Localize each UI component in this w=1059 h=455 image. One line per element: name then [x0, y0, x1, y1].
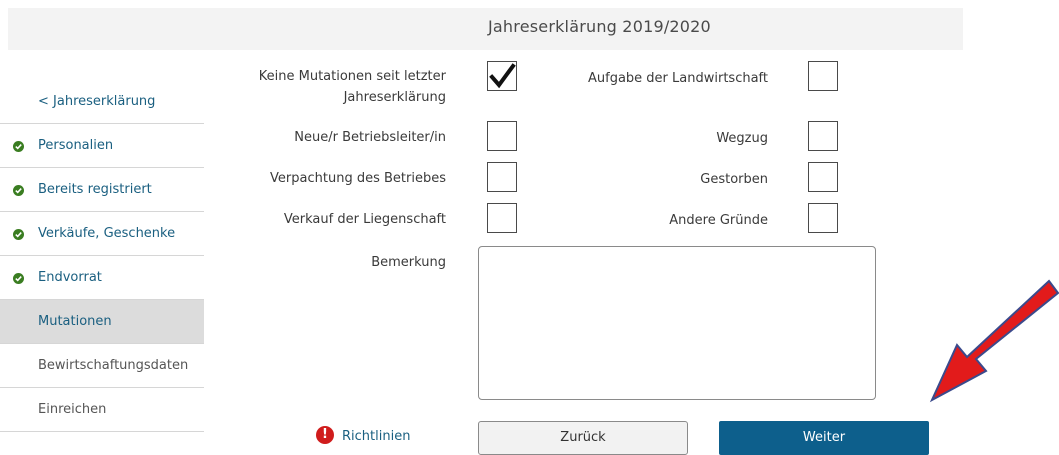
check-circle-icon	[13, 185, 24, 196]
label-neue-betriebsleiter: Neue/r Betriebsleiter/in	[294, 130, 446, 145]
sidebar-item-label: Bereits registriert	[38, 182, 152, 197]
checkbox-andere-gruende[interactable]	[808, 203, 838, 233]
sidebar-item-personalien[interactable]: Personalien	[0, 123, 204, 167]
label-line-1: Keine Mutationen seit letzter	[258, 69, 446, 84]
sidebar-item-label: Bewirtschaftungsdaten	[38, 358, 189, 373]
sidebar-item-mutationen[interactable]: Mutationen	[0, 299, 204, 343]
label-verpachtung: Verpachtung des Betriebes	[270, 171, 446, 186]
exclamation-circle-icon: !	[316, 426, 334, 444]
next-button[interactable]: Weiter	[719, 421, 929, 455]
checkbox-aufgabe-landwirtschaft[interactable]	[808, 61, 838, 91]
label-verkauf-liegenschaft: Verkauf der Liegenschaft	[283, 212, 446, 227]
label-keine-mutationen: Keine Mutationen seit letzter Jahreserkl…	[200, 66, 446, 108]
checkbox-wegzug[interactable]	[808, 121, 838, 151]
label-bemerkung: Bemerkung	[371, 255, 446, 270]
label-wegzug: Wegzug	[716, 131, 768, 146]
label-andere-gruende: Andere Gründe	[669, 213, 768, 228]
sidebar-item-label: Mutationen	[38, 314, 112, 329]
label-line-2: Jahreserklärung	[343, 90, 446, 105]
label-aufgabe-landwirtschaft: Aufgabe der Landwirtschaft	[588, 71, 768, 86]
sidebar-item-label: Endvorrat	[38, 270, 102, 285]
sidebar-item-einreichen[interactable]: Einreichen	[0, 387, 204, 431]
check-circle-icon	[13, 229, 24, 240]
checkbox-keine-mutationen[interactable]	[487, 61, 517, 91]
checkbox-neue-betriebsleiter[interactable]	[487, 121, 517, 151]
back-button[interactable]: Zurück	[478, 421, 688, 455]
sidebar-divider	[0, 431, 204, 432]
checkbox-gestorben[interactable]	[808, 162, 838, 192]
sidebar-item-bewirtschaftungsdaten[interactable]: Bewirtschaftungsdaten	[0, 343, 204, 387]
check-circle-icon	[13, 273, 24, 284]
check-circle-icon	[13, 141, 24, 152]
checkbox-verkauf-liegenschaft[interactable]	[487, 203, 517, 233]
sidebar-item-label: Verkäufe, Geschenke	[38, 226, 176, 241]
back-link-jahreserklaerung[interactable]: < Jahreserklärung	[38, 94, 155, 109]
checkmark-icon	[489, 63, 516, 89]
sidebar-item-label: Personalien	[38, 138, 114, 153]
page-header: Jahreserklärung 2019/2020	[8, 8, 963, 50]
remark-textarea[interactable]	[478, 246, 876, 400]
guidelines-link[interactable]: Richtlinien	[342, 429, 410, 444]
sidebar-item-bereits-registriert[interactable]: Bereits registriert	[0, 167, 204, 211]
label-gestorben: Gestorben	[700, 172, 768, 187]
sidebar-item-endvorrat[interactable]: Endvorrat	[0, 255, 204, 299]
annotation-arrow-icon	[929, 279, 1059, 403]
page-title: Jahreserklärung 2019/2020	[488, 17, 711, 36]
checkbox-verpachtung[interactable]	[487, 162, 517, 192]
sidebar-item-label: Einreichen	[38, 402, 107, 417]
sidebar-item-verkaeufe-geschenke[interactable]: Verkäufe, Geschenke	[0, 211, 204, 255]
